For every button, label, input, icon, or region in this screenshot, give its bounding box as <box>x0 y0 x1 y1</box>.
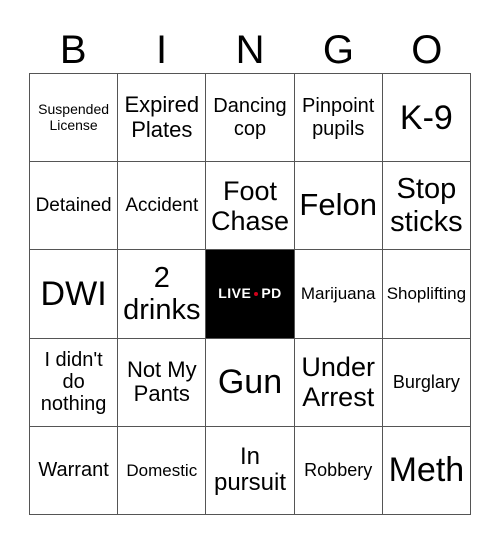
cell-label: Foot Chase <box>210 175 290 236</box>
bingo-cell[interactable]: Detained <box>30 162 119 251</box>
bingo-cell[interactable]: Warrant <box>30 426 119 515</box>
cell-label: 2 drinks <box>123 261 201 326</box>
bingo-cell[interactable]: Under Arrest <box>294 338 383 427</box>
cell-label: Shoplifting <box>386 284 467 304</box>
bingo-grid: Suspended License Expired Plates Dancing c… <box>29 73 471 515</box>
live-pd-logo: LIVE PD <box>218 285 282 302</box>
bingo-cell[interactable]: Stop sticks <box>382 162 471 251</box>
bingo-cell[interactable]: Pinpoint pupils <box>294 74 383 163</box>
header-letter-b: B <box>59 28 87 72</box>
bingo-cell[interactable]: Not My Pants <box>118 338 207 427</box>
cell-label: Dancing cop <box>213 95 287 140</box>
bingo-cell[interactable]: DWI <box>30 250 119 339</box>
cell-label: Gun <box>217 363 283 402</box>
bingo-cell[interactable]: Gun <box>206 338 295 427</box>
header-letter-g: G <box>322 28 354 72</box>
bingo-cell[interactable]: Meth <box>382 426 471 515</box>
bingo-cell[interactable]: Suspended License <box>30 74 119 163</box>
bingo-cell[interactable]: Dancing cop <box>206 74 295 163</box>
header-letter-n: N <box>235 28 265 72</box>
red-dot-icon <box>254 291 259 296</box>
header-letter-o: O <box>411 28 443 72</box>
bingo-cell[interactable]: In pursuit <box>206 426 295 515</box>
cell-label: K-9 <box>399 98 453 137</box>
cell-label: Warrant <box>38 459 109 482</box>
bingo-cell[interactable]: I didn't do nothing <box>30 338 119 427</box>
bingo-cell[interactable]: Accident <box>118 162 207 251</box>
cell-label: Expired Plates <box>124 91 200 142</box>
cell-label: Under Arrest <box>301 351 375 413</box>
cell-label: Felon <box>299 187 377 223</box>
header-letter-i: I <box>156 28 168 72</box>
bingo-cell[interactable]: Burglary <box>382 338 471 427</box>
bingo-cell[interactable]: Domestic <box>118 426 207 515</box>
logo-text-live: LIVE <box>218 285 252 302</box>
bingo-cell[interactable]: K-9 <box>382 74 471 163</box>
cell-label: I didn't do nothing <box>40 348 107 416</box>
cell-label: In pursuit <box>213 442 287 497</box>
bingo-cell[interactable]: Foot Chase <box>206 162 295 251</box>
cell-label: Detained <box>35 195 112 217</box>
bingo-cell[interactable]: Expired Plates <box>118 74 207 163</box>
cell-label: Stop sticks <box>390 173 463 238</box>
bingo-cell[interactable]: Robbery <box>294 426 383 515</box>
cell-label: Burglary <box>392 372 460 393</box>
bingo-cell[interactable]: Marijuana <box>294 250 383 339</box>
bingo-cell[interactable]: Shoplifting <box>382 250 471 339</box>
cell-label: DWI <box>40 274 107 313</box>
cell-label: Robbery <box>304 460 373 481</box>
bingo-cell[interactable]: 2 drinks <box>118 250 207 339</box>
cell-label: Domestic <box>126 460 198 480</box>
cell-label: Not My Pants <box>126 356 197 407</box>
logo-text-pd: PD <box>261 285 282 302</box>
bingo-header: B I N G O <box>29 28 471 73</box>
cell-label: Marijuana <box>300 284 376 304</box>
bingo-cell[interactable]: Felon <box>294 162 383 251</box>
cell-label: Pinpoint pupils <box>302 95 375 140</box>
cell-label: Accident <box>125 195 199 217</box>
cell-label: Suspended License <box>38 100 110 133</box>
cell-label: Meth <box>388 451 465 490</box>
free-space-cell[interactable]: LIVE PD <box>206 250 295 339</box>
